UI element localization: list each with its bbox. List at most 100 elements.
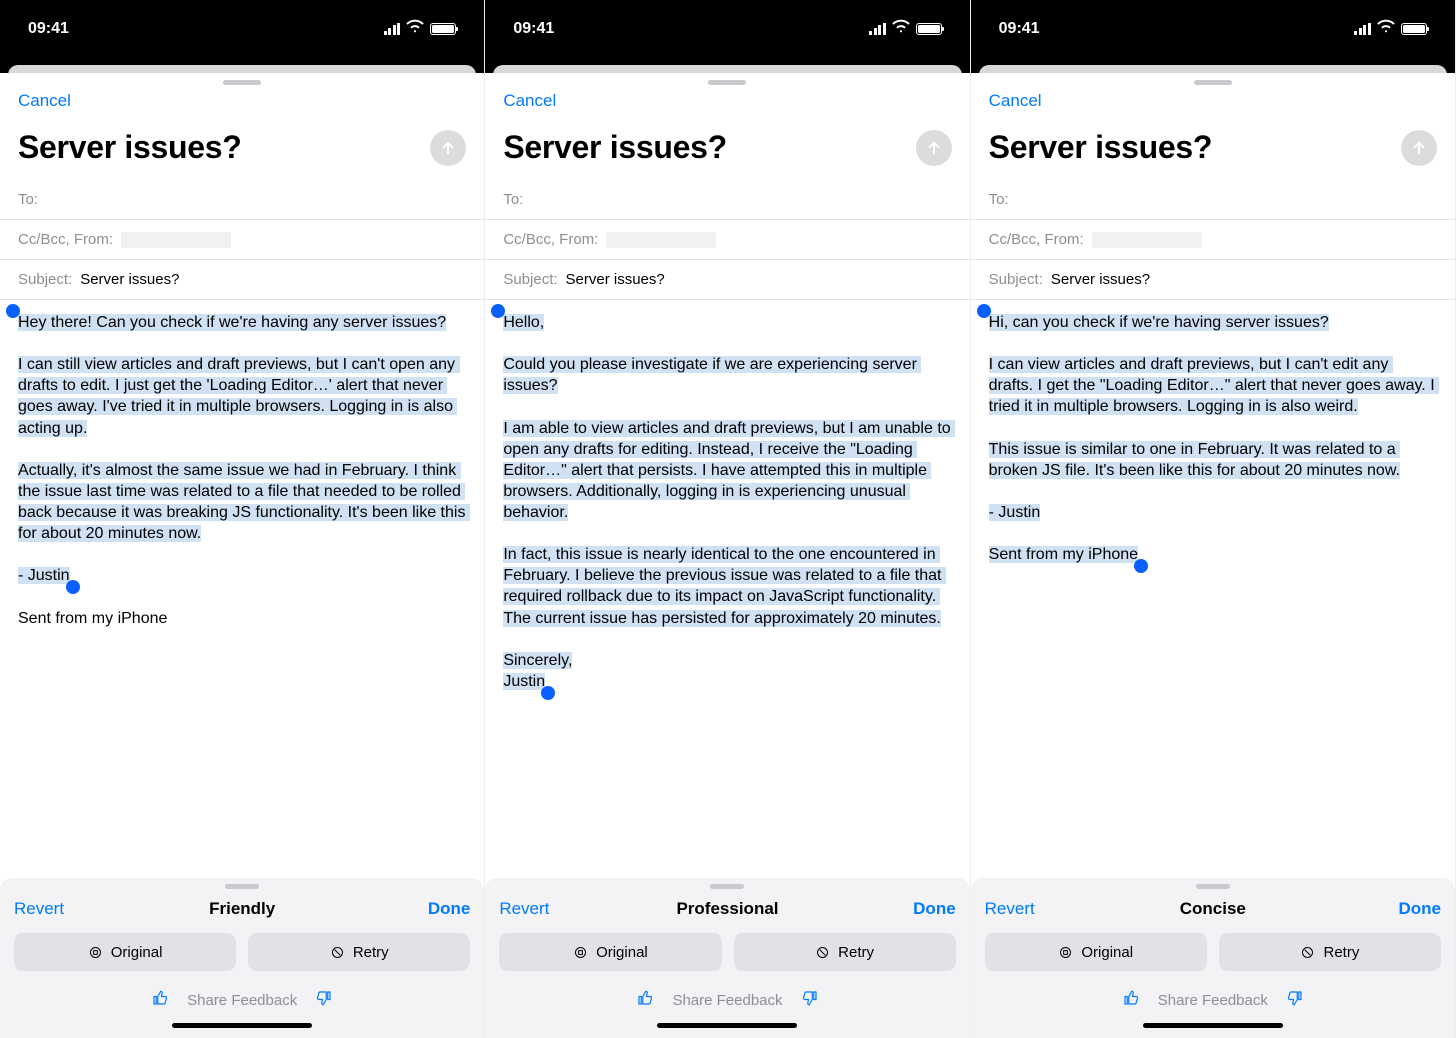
subject-field[interactable]: Subject: Server issues?	[0, 260, 484, 300]
phone-screen-1: 09:41 Cancel Server issues? To: Cc/Bcc, …	[0, 0, 485, 1038]
ccbcc-label: Cc/Bcc, From:	[503, 231, 598, 248]
thumbs-down-icon[interactable]	[801, 989, 819, 1011]
original-button[interactable]: Original	[499, 933, 721, 971]
status-bar: 09:41	[485, 0, 969, 65]
done-button[interactable]: Done	[318, 899, 470, 919]
selection-start-handle[interactable]	[977, 304, 991, 318]
ccbcc-field[interactable]: Cc/Bcc, From:	[971, 220, 1455, 260]
home-indicator[interactable]	[657, 1023, 797, 1028]
status-icons	[869, 19, 942, 38]
to-label: To:	[989, 191, 1009, 208]
tone-label: Professional	[651, 899, 803, 919]
ccbcc-label: Cc/Bcc, From:	[18, 231, 113, 248]
retry-button[interactable]: Retry	[248, 933, 470, 971]
to-field[interactable]: To:	[971, 180, 1455, 220]
revert-button[interactable]: Revert	[985, 899, 1137, 919]
from-address-redacted	[1092, 232, 1202, 248]
selection-end-handle[interactable]	[541, 686, 555, 700]
compose-title: Server issues?	[18, 129, 242, 166]
cancel-button[interactable]: Cancel	[18, 91, 71, 111]
subject-label: Subject:	[503, 271, 557, 288]
done-button[interactable]: Done	[1289, 899, 1441, 919]
status-icons	[384, 19, 457, 38]
send-button[interactable]	[1401, 130, 1437, 166]
thumbs-down-icon[interactable]	[315, 989, 333, 1011]
to-label: To:	[18, 191, 38, 208]
to-field[interactable]: To:	[0, 180, 484, 220]
sheet-grabber[interactable]	[1194, 80, 1232, 85]
feedback-label[interactable]: Share Feedback	[187, 992, 297, 1009]
home-indicator[interactable]	[172, 1023, 312, 1028]
send-button[interactable]	[916, 130, 952, 166]
cellular-icon	[1354, 23, 1371, 35]
feedback-label[interactable]: Share Feedback	[672, 992, 782, 1009]
cancel-button[interactable]: Cancel	[989, 91, 1042, 111]
ccbcc-field[interactable]: Cc/Bcc, From:	[0, 220, 484, 260]
subject-value: Server issues?	[1051, 271, 1150, 288]
ccbcc-label: Cc/Bcc, From:	[989, 231, 1084, 248]
tone-label: Concise	[1137, 899, 1289, 919]
done-button[interactable]: Done	[804, 899, 956, 919]
cellular-icon	[384, 23, 401, 35]
original-button[interactable]: Original	[985, 933, 1207, 971]
home-indicator[interactable]	[1143, 1023, 1283, 1028]
writing-tools-panel: Revert Friendly Done Original Retry Shar…	[0, 878, 484, 1038]
panel-grabber[interactable]	[1196, 884, 1230, 889]
signature: Sent from my iPhone	[18, 586, 466, 628]
thumbs-down-icon[interactable]	[1286, 989, 1304, 1011]
retry-button[interactable]: Retry	[734, 933, 956, 971]
compose-title: Server issues?	[989, 129, 1213, 166]
subject-field[interactable]: Subject: Server issues?	[485, 260, 969, 300]
subject-label: Subject:	[989, 271, 1043, 288]
subject-value: Server issues?	[566, 271, 665, 288]
compose-sheet: Cancel Server issues? To: Cc/Bcc, From: …	[0, 73, 484, 1038]
writing-tools-panel: Revert Concise Done Original Retry Share…	[971, 878, 1455, 1038]
writing-tools-panel: Revert Professional Done Original Retry …	[485, 878, 969, 1038]
ccbcc-field[interactable]: Cc/Bcc, From:	[485, 220, 969, 260]
selected-text[interactable]: Hey there! Can you check if we're having…	[18, 314, 470, 584]
share-feedback-row: Share Feedback	[14, 989, 470, 1011]
thumbs-up-icon[interactable]	[1122, 989, 1140, 1011]
feedback-label[interactable]: Share Feedback	[1158, 992, 1268, 1009]
selection-end-handle[interactable]	[1134, 559, 1148, 573]
subject-label: Subject:	[18, 271, 72, 288]
thumbs-up-icon[interactable]	[636, 989, 654, 1011]
selection-start-handle[interactable]	[6, 304, 20, 318]
email-body[interactable]: Hey there! Can you check if we're having…	[0, 300, 484, 878]
to-field[interactable]: To:	[485, 180, 969, 220]
send-button[interactable]	[430, 130, 466, 166]
subject-field[interactable]: Subject: Server issues?	[971, 260, 1455, 300]
sheet-grabber[interactable]	[708, 80, 746, 85]
selection-end-handle[interactable]	[66, 580, 80, 594]
panel-grabber[interactable]	[225, 884, 259, 889]
status-time: 09:41	[999, 20, 1040, 38]
from-address-redacted	[121, 232, 231, 248]
selected-text[interactable]: Hello, Could you please investigate if w…	[503, 314, 955, 690]
battery-icon	[430, 23, 456, 35]
email-body[interactable]: Hello, Could you please investigate if w…	[485, 300, 969, 878]
compose-sheet: Cancel Server issues? To: Cc/Bcc, From: …	[971, 73, 1455, 1038]
wifi-icon	[406, 19, 424, 38]
cancel-button[interactable]: Cancel	[503, 91, 556, 111]
revert-button[interactable]: Revert	[14, 899, 166, 919]
selected-text[interactable]: Hi, can you check if we're having server…	[989, 314, 1439, 563]
original-button[interactable]: Original	[14, 933, 236, 971]
status-bar: 09:41	[0, 0, 484, 65]
status-time: 09:41	[513, 20, 554, 38]
panel-grabber[interactable]	[710, 884, 744, 889]
to-label: To:	[503, 191, 523, 208]
subject-value: Server issues?	[80, 271, 179, 288]
thumbs-up-icon[interactable]	[151, 989, 169, 1011]
battery-icon	[1401, 23, 1427, 35]
from-address-redacted	[606, 232, 716, 248]
phone-screen-2: 09:41 Cancel Server issues? To: Cc/Bcc, …	[485, 0, 970, 1038]
phone-screen-3: 09:41 Cancel Server issues? To: Cc/Bcc, …	[971, 0, 1456, 1038]
status-icons	[1354, 19, 1427, 38]
status-time: 09:41	[28, 20, 69, 38]
retry-button[interactable]: Retry	[1219, 933, 1441, 971]
revert-button[interactable]: Revert	[499, 899, 651, 919]
status-bar: 09:41	[971, 0, 1455, 65]
wifi-icon	[892, 19, 910, 38]
email-body[interactable]: Hi, can you check if we're having server…	[971, 300, 1455, 878]
sheet-grabber[interactable]	[223, 80, 261, 85]
